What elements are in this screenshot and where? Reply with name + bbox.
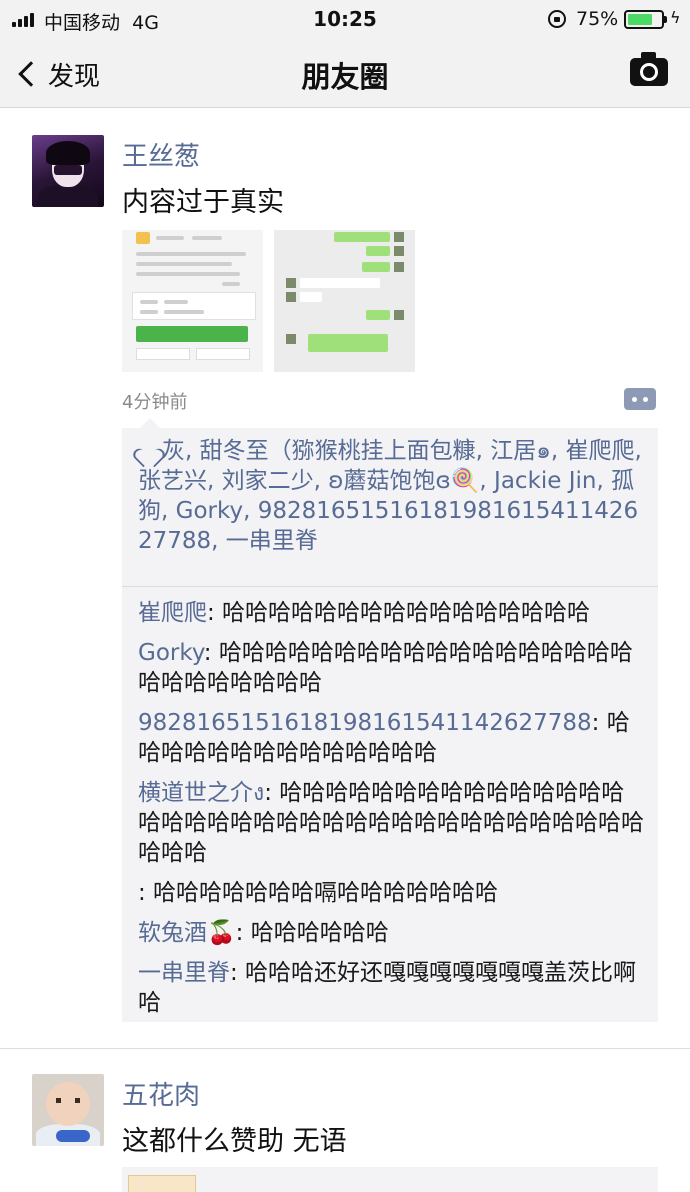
battery-fill [628, 14, 652, 25]
commenter-name[interactable]: 一串里脊 [138, 960, 230, 986]
orientation-lock-icon [548, 10, 566, 28]
commenter-name[interactable]: 横道世之介ง [138, 780, 264, 806]
comment-item[interactable]: : 哈哈哈哈哈哈哈嗝哈哈哈哈哈哈哈 [138, 878, 646, 908]
post-text: 内容过于真实 [122, 187, 284, 218]
camera-icon[interactable] [630, 52, 668, 86]
battery-percentage: 75% [576, 8, 619, 30]
comment-list: 崔爬爬: 哈哈哈哈哈哈哈哈哈哈哈哈哈哈哈哈 Gorky: 哈哈哈哈哈哈哈哈哈哈哈… [138, 598, 646, 1028]
camera-lens [640, 63, 658, 81]
comment-item[interactable]: 横道世之介ง: 哈哈哈哈哈哈哈哈哈哈哈哈哈哈哈哈哈哈哈哈哈哈哈哈哈哈哈哈哈哈哈哈… [138, 778, 646, 868]
comment-item[interactable]: 崔爬爬: 哈哈哈哈哈哈哈哈哈哈哈哈哈哈哈哈 [138, 598, 646, 628]
comment-text: : 哈哈哈哈哈哈 [235, 920, 389, 946]
page-title: 朋友圈 [301, 60, 389, 94]
comment-text: : 哈哈哈哈哈哈哈嗝哈哈哈哈哈哈哈 [138, 880, 499, 906]
comment-item[interactable]: 软兔酒🍒: 哈哈哈哈哈哈 [138, 918, 646, 948]
battery-icon [624, 10, 667, 29]
post-timestamp: 4分钟前 [122, 392, 188, 413]
post-text: 这都什么赞助 无语 [122, 1126, 347, 1157]
commenter-name[interactable]: 9828165151618198161541142627788 [138, 710, 592, 736]
shared-link-card[interactable] [122, 1167, 658, 1192]
commenter-name[interactable]: 软兔酒🍒 [138, 920, 236, 946]
moments-post: 王丝葱 内容过于真实 4分钟前 灰, 甜冬至（猕猴桃挂上面包糠, 江居๑, 崔爬… [0, 108, 690, 1048]
likes-comments-panel: 灰, 甜冬至（猕猴桃挂上面包糠, 江居๑, 崔爬爬, 张艺兴, 刘家二少, ʚ蘑… [122, 418, 658, 1022]
commenter-name[interactable]: 崔爬爬 [138, 600, 207, 626]
heart-icon [138, 441, 158, 459]
comment-text: : 哈哈哈哈哈哈哈哈哈哈哈哈哈哈哈哈 [207, 600, 591, 626]
status-bar: 中国移动 4G 10:25 75% ϟ [0, 0, 690, 40]
avatar[interactable] [32, 1074, 104, 1146]
charging-icon: ϟ [670, 8, 681, 27]
likes-list: 灰, 甜冬至（猕猴桃挂上面包糠, 江居๑, 崔爬爬, 张艺兴, 刘家二少, ʚ蘑… [138, 436, 646, 556]
divider [122, 586, 658, 587]
comment-item[interactable]: 9828165151618198161541142627788: 哈哈哈哈哈哈哈… [138, 708, 646, 768]
post-image-thumbnail[interactable] [122, 230, 263, 372]
post-author[interactable]: 王丝葱 [122, 136, 200, 173]
likes-names[interactable]: 灰, 甜冬至（猕猴桃挂上面包糠, 江居๑, 崔爬爬, 张艺兴, 刘家二少, ʚ蘑… [138, 438, 642, 554]
post-image-thumbnail[interactable] [274, 230, 415, 372]
avatar[interactable] [32, 135, 104, 207]
comment-text: : 哈哈哈哈哈哈哈哈哈哈哈哈哈哈哈哈哈哈哈哈哈哈哈哈哈哈 [138, 640, 633, 696]
comment-item[interactable]: Gorky: 哈哈哈哈哈哈哈哈哈哈哈哈哈哈哈哈哈哈哈哈哈哈哈哈哈哈 [138, 638, 646, 698]
commenter-name[interactable]: Gorky [138, 640, 204, 666]
moments-post: 五花肉 这都什么赞助 无语 [0, 1049, 690, 1192]
comment-item[interactable]: 一串里脊: 哈哈哈还好还嘎嘎嘎嘎嘎嘎嘎盖茨比啊哈 [138, 958, 646, 1018]
link-thumbnail [128, 1175, 196, 1192]
navigation-bar: 发现 朋友圈 [0, 40, 690, 108]
more-actions-icon[interactable] [624, 388, 656, 410]
post-author[interactable]: 五花肉 [122, 1075, 200, 1112]
